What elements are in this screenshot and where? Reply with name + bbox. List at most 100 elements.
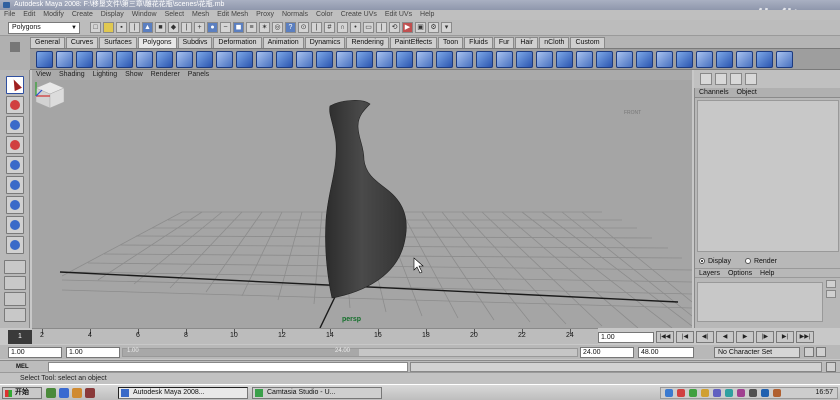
layer-menu-layers[interactable]: Layers — [699, 270, 720, 277]
smooth-icon[interactable] — [356, 50, 373, 68]
render-layer-radio[interactable]: Render — [744, 256, 777, 268]
snap-grid-icon[interactable]: # — [324, 22, 335, 33]
single-perspective-layout[interactable] — [4, 260, 26, 274]
shelf-tab-ncloth[interactable]: nCloth — [539, 37, 570, 48]
poly-cone-icon[interactable] — [96, 50, 113, 68]
play-forwards-button[interactable]: ▶ — [736, 331, 754, 343]
sculpt-geometry-icon[interactable] — [736, 50, 753, 68]
tray-app-icon[interactable] — [701, 389, 709, 397]
paint-select-tool[interactable] — [6, 116, 24, 134]
select-object-icon[interactable]: ■ — [155, 22, 166, 33]
rotate-tool[interactable] — [6, 156, 24, 174]
animation-start-field[interactable]: 1.00 — [8, 347, 62, 358]
poly-torus-icon[interactable] — [136, 50, 153, 68]
cylindrical-mapping-icon[interactable] — [656, 50, 673, 68]
soft-modification-tool[interactable] — [6, 216, 24, 234]
menu-normals[interactable]: Normals — [282, 11, 308, 18]
planar-mapping-icon[interactable] — [636, 50, 653, 68]
animation-preferences-icon[interactable] — [816, 347, 826, 357]
shelf-tab-general[interactable]: General — [30, 37, 65, 48]
shelf-tab-fur[interactable]: Fur — [493, 37, 515, 48]
harden-edge-icon[interactable] — [776, 50, 793, 68]
layer-menu-help[interactable]: Help — [760, 270, 774, 277]
show-manipulator-tool[interactable] — [6, 236, 24, 254]
panel-menu-show[interactable]: Show — [125, 71, 143, 78]
mask-rendering-icon[interactable]: ◎ — [272, 22, 283, 33]
select-hierarchy-icon[interactable]: ▲ — [142, 22, 153, 33]
snap-point-icon[interactable]: • — [350, 22, 361, 33]
soften-edge-icon[interactable] — [756, 50, 773, 68]
poly-plane-icon[interactable] — [116, 50, 133, 68]
antivirus-icon[interactable] — [677, 389, 685, 397]
menu-create-uvs[interactable]: Create UVs — [341, 11, 377, 18]
render-settings-icon[interactable]: ⚙ — [428, 22, 439, 33]
poly-helix-icon[interactable] — [216, 50, 233, 68]
select-component-icon[interactable]: ◆ — [168, 22, 179, 33]
time-slider[interactable]: 2 4 6 8 10 12 14 16 18 20 22 24 — [32, 328, 598, 344]
animation-end-field[interactable]: 48.00 — [638, 347, 694, 358]
automatic-mapping-icon[interactable] — [696, 50, 713, 68]
step-back-frame-button[interactable]: |◀ — [676, 331, 694, 343]
menu-create[interactable]: Create — [72, 11, 93, 18]
menu-set-selector[interactable]: Polygons ▼ — [8, 22, 80, 34]
command-language-toggle[interactable]: MEL — [4, 362, 38, 372]
playback-end-field[interactable]: 24.00 — [580, 347, 634, 358]
channel-box-menu-object[interactable]: Object — [737, 89, 757, 96]
shelf-tab-hair[interactable]: Hair — [515, 37, 539, 48]
combine-icon[interactable] — [276, 50, 293, 68]
panel-menu-view[interactable]: View — [36, 71, 51, 78]
poly-pipe-icon[interactable] — [196, 50, 213, 68]
character-set-selector[interactable]: No Character Set — [714, 347, 800, 358]
menu-proxy[interactable]: Proxy — [256, 11, 274, 18]
range-handle[interactable] — [123, 349, 359, 356]
layer-list[interactable] — [697, 282, 823, 322]
persp-outliner-layout[interactable] — [4, 292, 26, 306]
step-forward-frame-button[interactable]: ▶| — [776, 331, 794, 343]
mask-joints-icon[interactable]: ● — [207, 22, 218, 33]
new-scene-icon[interactable]: □ — [90, 22, 101, 33]
mask-dynamics-icon[interactable]: ✶ — [259, 22, 270, 33]
poly-cylinder-icon[interactable] — [76, 50, 93, 68]
poke-icon[interactable] — [616, 50, 633, 68]
menu-display[interactable]: Display — [101, 11, 124, 18]
command-input[interactable] — [48, 362, 408, 372]
mask-misc-icon[interactable]: ? — [285, 22, 296, 33]
snap-curve-icon[interactable]: ∩ — [337, 22, 348, 33]
step-forward-key-button[interactable]: |▶ — [756, 331, 774, 343]
desktop-icon[interactable] — [46, 388, 56, 398]
insert-edge-loop-icon[interactable] — [496, 50, 513, 68]
browser-icon[interactable] — [59, 388, 69, 398]
shelf-tab-custom[interactable]: Custom — [570, 37, 605, 48]
input-method-icon[interactable] — [761, 389, 769, 397]
menu-edit-uvs[interactable]: Edit UVs — [385, 11, 412, 18]
reduce-icon[interactable] — [376, 50, 393, 68]
tray-app-icon[interactable] — [725, 389, 733, 397]
attribute-editor-icon[interactable] — [700, 73, 712, 85]
tray-app-icon[interactable] — [689, 389, 697, 397]
extrude-icon[interactable] — [416, 50, 433, 68]
wedge-icon[interactable] — [596, 50, 613, 68]
scale-tool[interactable] — [6, 176, 24, 194]
mask-deformers-icon[interactable]: ≡ — [246, 22, 257, 33]
poly-cube-icon[interactable] — [56, 50, 73, 68]
shelf-menu-icon[interactable] — [10, 42, 20, 52]
input-line-icon[interactable]: ▾ — [441, 22, 452, 33]
new-layer-selected-button[interactable] — [826, 290, 836, 298]
append-polygon-icon[interactable] — [456, 50, 473, 68]
script-editor-icon[interactable] — [826, 362, 836, 372]
panel-menu-renderer[interactable]: Renderer — [151, 71, 180, 78]
menu-file[interactable]: File — [4, 11, 15, 18]
display-layer-radio[interactable]: Display — [699, 256, 731, 268]
start-button[interactable]: 开始 — [2, 387, 42, 399]
history-icon[interactable]: ⟲ — [389, 22, 400, 33]
layer-menu-options[interactable]: Options — [728, 270, 752, 277]
volume-icon[interactable] — [749, 389, 757, 397]
tray-app-icon[interactable] — [773, 389, 781, 397]
bridge-icon[interactable] — [436, 50, 453, 68]
menu-edit[interactable]: Edit — [23, 11, 35, 18]
shelf-tab-deformation[interactable]: Deformation — [213, 37, 262, 48]
split-polygon-icon[interactable] — [476, 50, 493, 68]
perspective-viewport[interactable]: FRONT persp — [32, 80, 692, 328]
channel-box-icon[interactable] — [730, 73, 742, 85]
lock-selection-icon[interactable]: ⊙ — [298, 22, 309, 33]
